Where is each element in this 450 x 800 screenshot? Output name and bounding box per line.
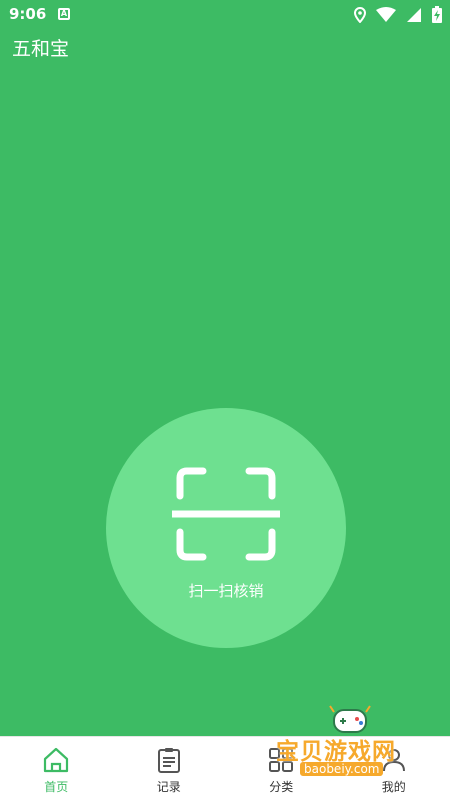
- wifi-icon: [376, 6, 396, 22]
- tab-home-label: 首页: [44, 780, 69, 794]
- watermark-url: baobeiy.com: [300, 762, 384, 776]
- status-icons: [354, 6, 442, 23]
- location-icon: [354, 6, 366, 23]
- tab-home[interactable]: 首页: [0, 737, 113, 800]
- battery-icon: [432, 6, 442, 23]
- watermark: 宝贝游戏网 baobeiy.com: [276, 702, 426, 788]
- scan-label: 扫一扫核销: [188, 582, 264, 600]
- scan-icon: [172, 467, 280, 561]
- signal-icon: [407, 7, 421, 22]
- tab-records[interactable]: 记录: [113, 737, 226, 800]
- app-title: 五和宝: [12, 38, 70, 60]
- clipboard-icon: [157, 748, 180, 773]
- scan-button[interactable]: 扫一扫核销: [106, 408, 346, 648]
- home-icon: [44, 747, 69, 773]
- watermark-text: 宝贝游戏网: [276, 739, 396, 765]
- gamepad-mascot-icon: [329, 705, 371, 733]
- tab-records-label: 记录: [156, 780, 181, 794]
- status-bar: 9:06 A: [0, 0, 450, 30]
- status-time: 9:06: [9, 5, 47, 23]
- notification-a-icon: A: [58, 8, 70, 20]
